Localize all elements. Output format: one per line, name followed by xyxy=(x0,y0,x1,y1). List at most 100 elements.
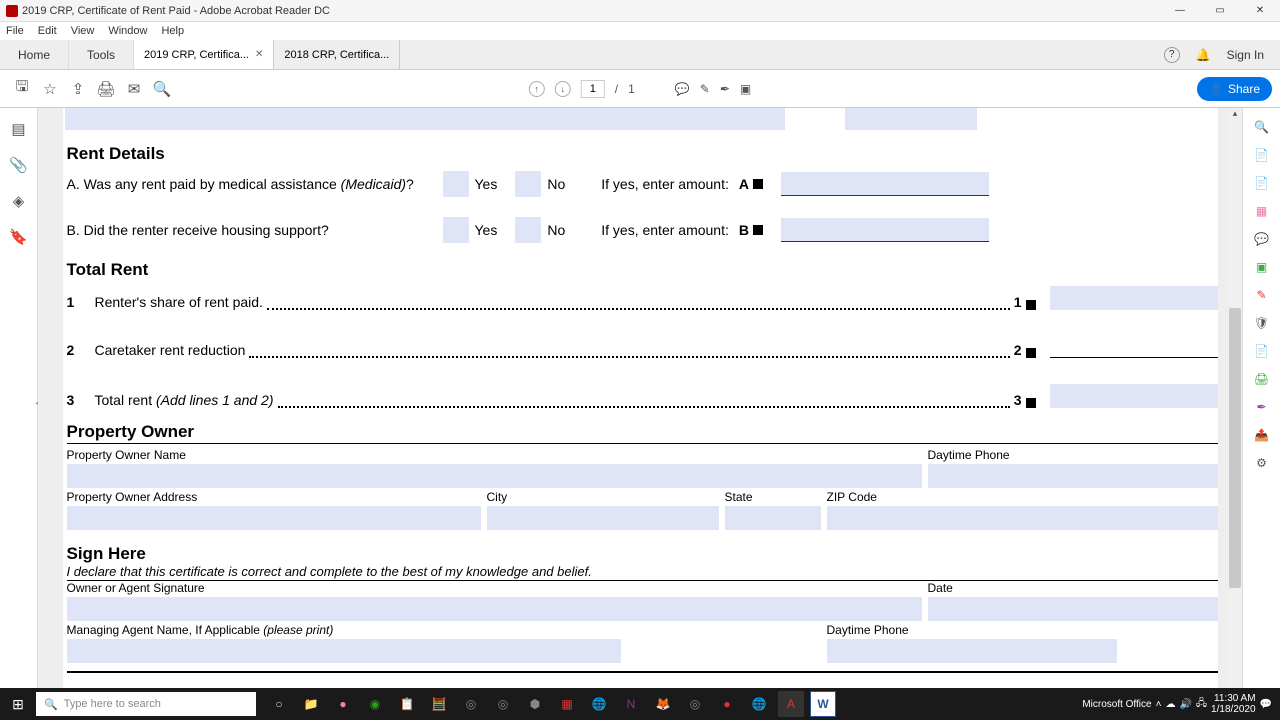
checkbox-b-yes[interactable] xyxy=(443,217,469,243)
field-owner-phone[interactable] xyxy=(928,464,1218,488)
tray-volume-icon[interactable]: 🔊 xyxy=(1179,699,1191,710)
taskbar-search[interactable]: 🔍 Type here to search xyxy=(36,692,256,716)
scroll-up-icon[interactable]: ▴ xyxy=(1229,108,1241,120)
sign-in-button[interactable]: Sign In xyxy=(1227,48,1264,62)
comment-tool-icon[interactable]: 💬 xyxy=(1253,230,1271,248)
field-owner-city[interactable] xyxy=(487,506,719,530)
task-app2-icon[interactable]: ◎ xyxy=(458,691,484,717)
minimize-button[interactable]: — xyxy=(1160,0,1200,22)
field-agent-name[interactable] xyxy=(67,639,621,663)
task-calc-icon[interactable]: 🧮 xyxy=(426,691,452,717)
task-notepad-icon[interactable]: 📋 xyxy=(394,691,420,717)
create-pdf-icon[interactable]: 📄 xyxy=(1253,174,1271,192)
field-owner-state[interactable] xyxy=(725,506,821,530)
compress-icon[interactable]: 📄 xyxy=(1253,342,1271,360)
protect-icon[interactable]: 🛡 xyxy=(1253,314,1271,332)
checkbox-a-no[interactable] xyxy=(515,171,541,197)
task-acrobat-icon[interactable]: A xyxy=(778,691,804,717)
maximize-button[interactable]: ▭ xyxy=(1200,0,1240,22)
close-button[interactable]: ✕ xyxy=(1240,0,1280,22)
menu-help[interactable]: Help xyxy=(161,25,184,37)
upload-icon[interactable]: ⇪ xyxy=(64,75,92,103)
bookmark-icon[interactable]: 🔖 xyxy=(9,228,28,246)
label-no-a: No xyxy=(547,176,565,192)
checkbox-b-no[interactable] xyxy=(515,217,541,243)
task-onenote-icon[interactable]: N xyxy=(618,691,644,717)
attachment-icon[interactable]: 📎 xyxy=(9,156,28,174)
more-tools-icon[interactable]: ⚙ xyxy=(1253,454,1271,472)
task-app8-icon[interactable]: 🌐 xyxy=(746,691,772,717)
cortana-icon[interactable]: ○ xyxy=(266,691,292,717)
field-owner-zip[interactable] xyxy=(827,506,1218,530)
checkbox-a-yes[interactable] xyxy=(443,171,469,197)
tray-notifications-icon[interactable]: 💬 xyxy=(1260,699,1272,710)
close-icon[interactable]: ✕ xyxy=(255,49,263,60)
stamp-icon[interactable]: ▣ xyxy=(740,82,751,96)
combine-icon[interactable]: ▣ xyxy=(1253,258,1271,276)
tray-office[interactable]: Microsoft Office xyxy=(1082,699,1151,710)
menu-window[interactable]: Window xyxy=(108,25,147,37)
print-tool-icon[interactable]: 🖨 xyxy=(1253,370,1271,388)
tray-network-icon[interactable]: 🖧 xyxy=(1196,696,1207,713)
sign-icon[interactable]: ✒ xyxy=(720,82,730,96)
field-line2[interactable] xyxy=(1050,336,1218,358)
task-explorer-icon[interactable]: 📁 xyxy=(298,691,324,717)
menu-file[interactable]: File xyxy=(6,25,24,37)
tab-tools[interactable]: Tools xyxy=(69,40,134,69)
field-top-right[interactable] xyxy=(845,108,977,130)
task-app4-icon[interactable]: ⬢ xyxy=(522,691,548,717)
page-down-icon[interactable]: ↓ xyxy=(555,81,571,97)
tray-chevron-icon[interactable]: ˄ xyxy=(1156,699,1162,710)
highlight-icon[interactable]: ✎ xyxy=(700,82,710,96)
bell-icon[interactable]: 🔔 xyxy=(1196,48,1211,62)
menu-edit[interactable]: Edit xyxy=(38,25,57,37)
tab-home[interactable]: Home xyxy=(0,40,69,69)
zoom-icon[interactable]: 🔍 xyxy=(1253,118,1271,136)
send-icon[interactable]: 📤 xyxy=(1253,426,1271,444)
page-up-icon[interactable]: ↑ xyxy=(529,81,545,97)
task-app6-icon[interactable]: ◎ xyxy=(682,691,708,717)
document-viewport[interactable]: Rent Details A. Was any rent paid by med… xyxy=(38,108,1242,716)
task-app-icon[interactable]: ● xyxy=(330,691,356,717)
field-signature[interactable] xyxy=(67,597,922,621)
tray-cloud-icon[interactable]: ☁ xyxy=(1165,699,1175,710)
mail-icon[interactable]: ✉ xyxy=(120,75,148,103)
tab-doc-2018[interactable]: 2018 CRP, Certifica... xyxy=(274,40,400,69)
fill-sign-icon[interactable]: ✒ xyxy=(1253,398,1271,416)
scroll-thumb[interactable] xyxy=(1229,308,1241,588)
print-icon[interactable]: 🖨 xyxy=(92,75,120,103)
share-button[interactable]: 👤 Share xyxy=(1197,77,1272,101)
thumbnails-icon[interactable]: ▤ xyxy=(11,120,25,138)
tray-clock[interactable]: 11:30 AM 1/18/2020 xyxy=(1211,693,1256,715)
field-owner-name[interactable] xyxy=(67,464,922,488)
field-amount-a[interactable] xyxy=(781,172,989,196)
task-quickbooks-icon[interactable]: ◉ xyxy=(362,691,388,717)
tab-doc-2019[interactable]: 2019 CRP, Certifica... ✕ xyxy=(134,40,274,69)
task-edge-icon[interactable]: 🌐 xyxy=(586,691,612,717)
search-icon[interactable]: 🔍 xyxy=(148,75,176,103)
help-icon[interactable]: ? xyxy=(1164,47,1180,63)
comment-icon[interactable]: 💬 xyxy=(675,82,690,96)
page-number-input[interactable] xyxy=(581,80,605,98)
field-owner-address[interactable] xyxy=(67,506,481,530)
export-pdf-icon[interactable]: 📄 xyxy=(1253,146,1271,164)
task-app7-icon[interactable]: ● xyxy=(714,691,740,717)
layers-icon[interactable]: ◈ xyxy=(13,192,25,210)
task-word-icon[interactable]: W xyxy=(810,691,836,717)
save-icon[interactable]: 🖫 xyxy=(8,75,36,103)
task-firefox-icon[interactable]: 🦊 xyxy=(650,691,676,717)
field-line3[interactable] xyxy=(1050,384,1218,408)
menu-view[interactable]: View xyxy=(71,25,95,37)
scrollbar-vertical[interactable]: ▴ ▾ ⇥ xyxy=(1228,108,1242,716)
task-app3-icon[interactable]: ◎ xyxy=(490,691,516,717)
start-button[interactable]: ⊞ xyxy=(0,688,36,720)
field-agent-phone[interactable] xyxy=(827,639,1117,663)
field-date[interactable] xyxy=(928,597,1218,621)
edit-pdf-icon[interactable]: ▦ xyxy=(1253,202,1271,220)
field-top-left[interactable] xyxy=(65,108,785,130)
field-line1[interactable] xyxy=(1050,286,1218,310)
field-amount-b[interactable] xyxy=(781,218,989,242)
task-app5-icon[interactable]: ▦ xyxy=(554,691,580,717)
star-icon[interactable]: ☆ xyxy=(36,75,64,103)
organize-icon[interactable]: ✎ xyxy=(1253,286,1271,304)
